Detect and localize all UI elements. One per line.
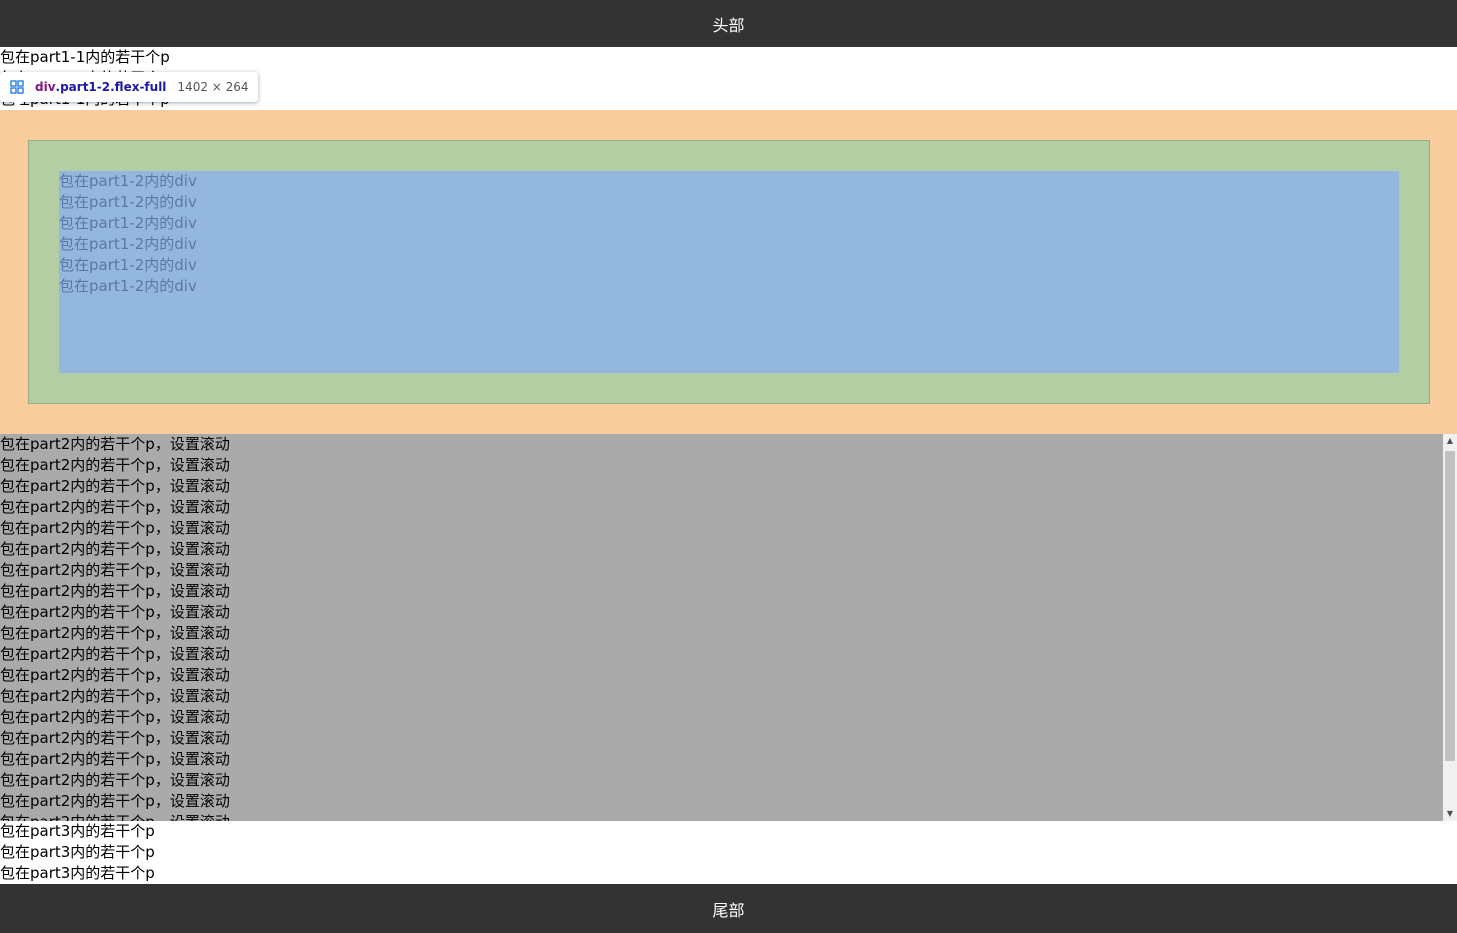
part2-paragraph: 包在part2内的若干个p，设置滚动 bbox=[0, 708, 230, 726]
part2-scrollbar[interactable]: ▲ ▼ bbox=[1443, 434, 1457, 821]
part2-paragraph: 包在part2内的若干个p，设置滚动 bbox=[0, 729, 230, 747]
part1-2-div: 包在part1-2内的div bbox=[59, 235, 197, 253]
part2-paragraph: 包在part2内的若干个p，设置滚动 bbox=[0, 561, 230, 579]
devtools-element-tooltip: div .part1-2.flex-full 1402 × 264 bbox=[0, 72, 258, 102]
part1-2-div: 包在part1-2内的div bbox=[59, 214, 197, 232]
part1-2-padding-box: 包在part1-2内的div 包在part1-2内的div 包在part1-2内… bbox=[28, 140, 1430, 404]
part2-paragraph: 包在part2内的若干个p，设置滚动 bbox=[0, 750, 230, 768]
part2-paragraph: 包在part2内的若干个p，设置滚动 bbox=[0, 540, 230, 558]
part2-paragraph: 包在part2内的若干个p，设置滚动 bbox=[0, 435, 230, 453]
triangle-up-icon[interactable]: ▲ bbox=[1443, 434, 1457, 448]
part2-paragraph: 包在part2内的若干个p，设置滚动 bbox=[0, 624, 230, 642]
part2-paragraph: 包在part2内的若干个p，设置滚动 bbox=[0, 812, 1443, 821]
part2-paragraph: 包在part2内的若干个p，设置滚动 bbox=[0, 456, 230, 474]
part1-2-div: 包在part1-2内的div bbox=[59, 172, 197, 190]
tooltip-arrow bbox=[12, 100, 24, 107]
tooltip-tag: div bbox=[35, 80, 56, 94]
header-title: 头部 bbox=[712, 15, 745, 35]
part3-section: 包在part3内的若干个p 包在part3内的若干个p 包在part3内的若干个… bbox=[0, 821, 1457, 884]
page-footer: 尾部 bbox=[0, 884, 1457, 933]
triangle-down-icon[interactable]: ▼ bbox=[1443, 807, 1457, 821]
grid-layout-icon bbox=[10, 80, 24, 94]
part2-paragraph: 包在part2内的若干个p，设置滚动 bbox=[0, 603, 230, 621]
part2-paragraph: 包在part2内的若干个p，设置滚动 bbox=[0, 666, 230, 684]
part2-paragraph: 包在part2内的若干个p，设置滚动 bbox=[0, 687, 230, 705]
page-header: 头部 bbox=[0, 0, 1457, 47]
part3-paragraph: 包在part3内的若干个p bbox=[0, 843, 155, 861]
part2-content: 包在part2内的若干个p，设置滚动 包在part2内的若干个p，设置滚动 包在… bbox=[0, 434, 1443, 821]
scrollbar-thumb[interactable] bbox=[1445, 451, 1455, 761]
part2-paragraph: 包在part2内的若干个p，设置滚动 bbox=[0, 582, 230, 600]
footer-title: 尾部 bbox=[712, 900, 745, 920]
part3-paragraph: 包在part3内的若干个p bbox=[0, 864, 155, 882]
part1-2-div: 包在part1-2内的div bbox=[59, 193, 197, 211]
tooltip-selector: .part1-2.flex-full bbox=[55, 80, 167, 94]
part2-paragraph: 包在part2内的若干个p，设置滚动 bbox=[0, 519, 230, 537]
part2-scroll-section[interactable]: 包在part2内的若干个p，设置滚动 包在part2内的若干个p，设置滚动 包在… bbox=[0, 434, 1457, 821]
part1-2-content-box: 包在part1-2内的div 包在part1-2内的div 包在part1-2内… bbox=[59, 171, 1399, 373]
part2-paragraph: 包在part2内的若干个p，设置滚动 bbox=[0, 792, 230, 810]
part2-paragraph: 包在part2内的若干个p，设置滚动 bbox=[0, 477, 230, 495]
part3-paragraph: 包在part3内的若干个p bbox=[0, 822, 155, 840]
part1-1-paragraph: 包在part1-1内的若干个p bbox=[0, 48, 170, 66]
part1-2-div: 包在part1-2内的div bbox=[59, 256, 197, 274]
part2-paragraph: 包在part2内的若干个p，设置滚动 bbox=[0, 771, 230, 789]
part1-2-flex-full: 包在part1-2内的div 包在part1-2内的div 包在part1-2内… bbox=[0, 110, 1457, 434]
part2-paragraph: 包在part2内的若干个p，设置滚动 bbox=[0, 498, 230, 516]
tooltip-size: 1402 × 264 bbox=[177, 80, 249, 94]
part1-2-div: 包在part1-2内的div bbox=[59, 277, 197, 295]
part2-paragraph: 包在part2内的若干个p，设置滚动 bbox=[0, 645, 230, 663]
